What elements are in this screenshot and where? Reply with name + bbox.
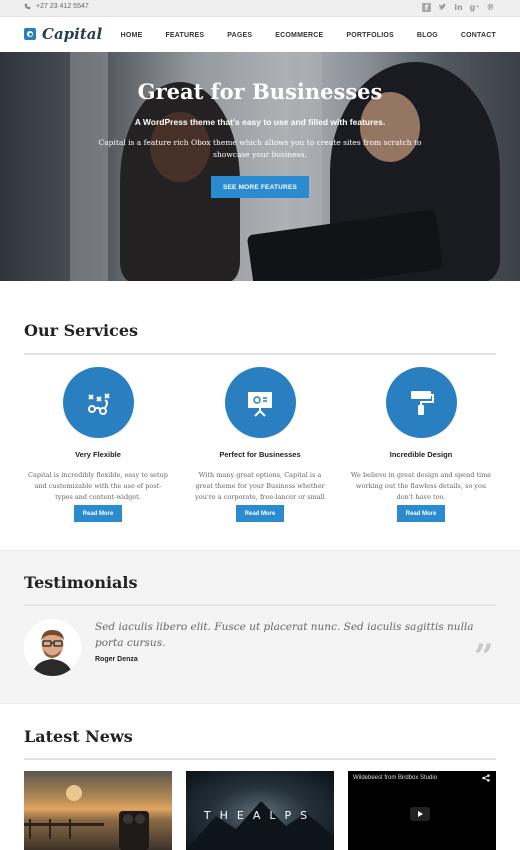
hero-banner: Great for Businesses A WordPress theme t… <box>0 52 520 281</box>
phone-contact: +27 23 412 5547 <box>24 3 89 10</box>
read-more-button[interactable]: Read More <box>74 505 122 522</box>
hero-subtitle: A WordPress theme that's easy to use and… <box>134 117 386 127</box>
social-links: f in g⁺ ℗ <box>422 3 495 12</box>
alps-title-text: THEALPS <box>203 809 317 822</box>
strategy-icon <box>88 392 110 415</box>
news-video-player[interactable]: Wildebeest from Birdbox Studio <box>348 771 496 850</box>
quote-mark-icon: ” <box>474 637 494 677</box>
main-header: Capital HOME FEATURES PAGES ECOMMERCE PO… <box>0 17 520 52</box>
services-divider <box>24 353 496 355</box>
logo-mark-icon <box>24 28 36 40</box>
nav-blog[interactable]: BLOG <box>417 32 438 39</box>
service-icon-circle <box>224 367 296 438</box>
nav-portfolios[interactable]: PORTFOLIOS <box>346 32 394 39</box>
facebook-icon[interactable]: f <box>422 3 431 12</box>
testimonial-author-photo <box>24 619 81 676</box>
video-title: Wildebeest from Birdbox Studio <box>353 775 438 781</box>
logo-text: Capital <box>42 25 103 43</box>
linkedin-icon[interactable]: in <box>454 3 463 12</box>
top-bar: +27 23 412 5547 f in g⁺ ℗ <box>0 0 520 17</box>
avatar <box>24 619 81 676</box>
share-icon[interactable] <box>482 774 490 784</box>
phone-icon <box>24 3 31 10</box>
service-icon-circle <box>62 367 134 438</box>
service-icon-circle <box>385 367 457 438</box>
service-description: Capital is incredibly flexible, easy to … <box>28 471 168 501</box>
service-description: We believe in great design and spend tim… <box>350 471 492 501</box>
news-thumbnail-alps[interactable]: THEALPS <box>186 771 334 850</box>
twitter-icon[interactable] <box>438 3 447 12</box>
site-logo[interactable]: Capital <box>24 25 102 43</box>
service-title: Very Flexible <box>75 450 121 459</box>
service-card-design: Incredible Design We believe in great de… <box>346 367 496 522</box>
service-title: Perfect for Businesses <box>219 450 301 459</box>
nav-pages[interactable]: PAGES <box>227 32 252 39</box>
presentation-icon <box>248 391 272 417</box>
service-title: Incredible Design <box>389 450 453 459</box>
services-heading: Our Services <box>24 321 139 340</box>
hero-description: Capital is a feature rich Obox theme whi… <box>98 138 422 159</box>
testimonial-author: Roger Denza <box>95 656 138 663</box>
phone-number: +27 23 412 5547 <box>36 3 89 10</box>
pinterest-icon[interactable]: ℗ <box>486 3 495 12</box>
pier-binoculars-image <box>24 785 149 850</box>
play-button-icon[interactable] <box>410 807 430 821</box>
nav-features[interactable]: FEATURES <box>165 32 204 39</box>
testimonials-divider <box>24 604 496 606</box>
testimonial-quote: Sed iaculis libero elit. Fusce ut placer… <box>95 621 474 649</box>
main-nav: HOME FEATURES PAGES ECOMMERCE PORTFOLIOS… <box>98 32 496 39</box>
nav-contact[interactable]: CONTACT <box>461 32 496 39</box>
news-heading: Latest News <box>24 727 133 746</box>
nav-ecommerce[interactable]: ECOMMERCE <box>275 32 323 39</box>
testimonials-heading: Testimonials <box>24 573 138 592</box>
read-more-button[interactable]: Read More <box>397 505 445 522</box>
hero-title: Great for Businesses <box>137 79 383 104</box>
service-card-business: Perfect for Businesses With many great o… <box>185 367 335 522</box>
news-divider <box>24 758 496 760</box>
see-more-features-button[interactable]: SEE MORE FEATURES <box>211 176 309 198</box>
news-thumbnail-pier[interactable] <box>24 771 172 850</box>
nav-home[interactable]: HOME <box>121 32 143 39</box>
read-more-button[interactable]: Read More <box>236 505 284 522</box>
paint-roller-icon <box>411 390 434 415</box>
service-card-flexible: Very Flexible Capital is incredibly flex… <box>23 367 173 522</box>
google-plus-icon[interactable]: g⁺ <box>470 3 480 12</box>
